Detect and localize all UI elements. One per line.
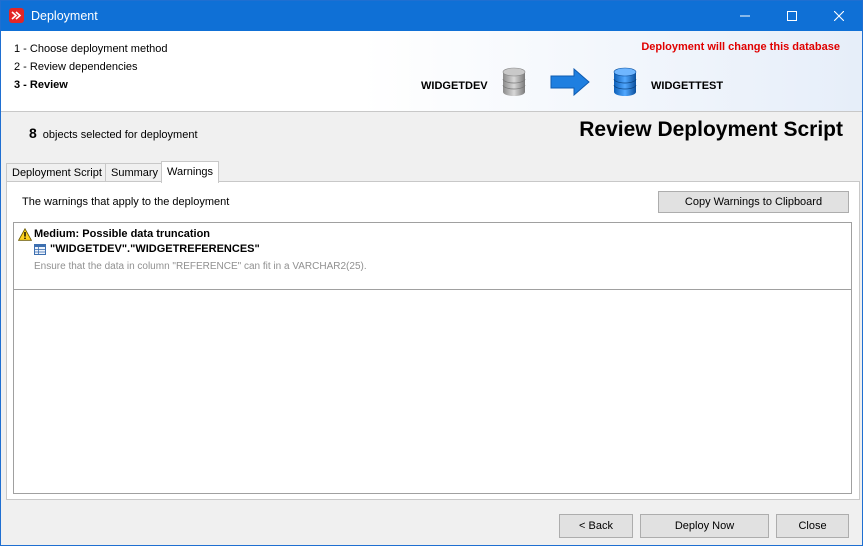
step-review-dependencies: 2 - Review dependencies bbox=[14, 61, 138, 73]
warning-object-name: "WIDGETDEV"."WIDGETREFERENCES" bbox=[50, 243, 260, 255]
minimize-icon bbox=[740, 15, 750, 17]
step-choose-method: 1 - Choose deployment method bbox=[14, 43, 168, 55]
close-icon bbox=[834, 11, 844, 21]
database-icon bbox=[613, 67, 637, 100]
arrow-right-icon bbox=[550, 67, 590, 99]
warnings-list[interactable]: Medium: Possible data truncation "WIDGET… bbox=[13, 222, 852, 494]
target-database-label: WIDGETTEST bbox=[651, 80, 724, 92]
warning-description: Ensure that the data in column "REFERENC… bbox=[34, 261, 367, 272]
step-review: 3 - Review bbox=[14, 79, 68, 91]
close-button[interactable]: Close bbox=[776, 514, 849, 538]
maximize-icon bbox=[787, 11, 797, 21]
close-window-button[interactable] bbox=[816, 1, 862, 31]
object-count: 8 bbox=[29, 125, 37, 141]
copy-warnings-button[interactable]: Copy Warnings to Clipboard bbox=[658, 191, 849, 213]
warnings-caption: The warnings that apply to the deploymen… bbox=[22, 196, 230, 208]
database-icon bbox=[502, 67, 526, 100]
minimize-button[interactable] bbox=[722, 1, 768, 31]
window-title: Deployment bbox=[31, 9, 98, 23]
deployment-window: Deployment 1 - Choose deployment method … bbox=[0, 0, 863, 546]
wizard-header: 1 - Choose deployment method 2 - Review … bbox=[1, 31, 862, 112]
warnings-panel: The warnings that apply to the deploymen… bbox=[6, 181, 860, 500]
back-button[interactable]: < Back bbox=[559, 514, 633, 538]
tab-summary[interactable]: Summary bbox=[105, 163, 165, 182]
deploy-now-button[interactable]: Deploy Now bbox=[640, 514, 769, 538]
page-title: Review Deployment Script bbox=[579, 118, 843, 141]
warning-item[interactable]: Medium: Possible data truncation "WIDGET… bbox=[14, 223, 851, 290]
warning-icon bbox=[17, 227, 33, 244]
warning-title: Medium: Possible data truncation bbox=[34, 228, 211, 240]
source-database-label: WIDGETDEV bbox=[421, 80, 488, 92]
tab-deployment-script[interactable]: Deployment Script bbox=[6, 163, 108, 182]
title-bar[interactable]: Deployment bbox=[1, 1, 862, 31]
wizard-steps: 1 - Choose deployment method 2 - Review … bbox=[14, 40, 167, 94]
app-logo-icon bbox=[9, 8, 24, 23]
table-icon bbox=[34, 244, 46, 258]
maximize-button[interactable] bbox=[769, 1, 815, 31]
object-count-label: objects selected for deployment bbox=[42, 129, 198, 141]
tab-warnings[interactable]: Warnings bbox=[161, 161, 220, 183]
database-change-warning: Deployment will change this database bbox=[641, 41, 840, 53]
objects-summary: 8 objects selected for deployment bbox=[29, 125, 198, 141]
